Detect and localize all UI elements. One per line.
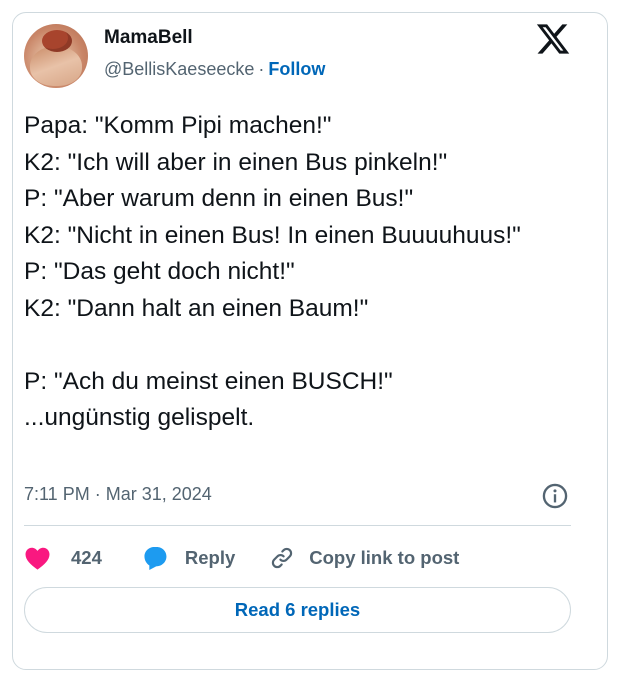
- x-logo-icon[interactable]: [535, 21, 571, 57]
- follow-button[interactable]: Follow: [268, 59, 325, 79]
- divider: [24, 525, 571, 526]
- handle-separator: ·: [258, 59, 265, 79]
- avatar-hair-bun-shape: [42, 30, 72, 52]
- like-count: 424: [71, 547, 102, 568]
- read-replies-button[interactable]: Read 6 replies: [24, 587, 571, 633]
- author-handle-row: @BellisKaeseecke · Follow: [104, 59, 325, 80]
- like-button[interactable]: 424: [24, 546, 102, 570]
- heart-icon: [25, 547, 50, 570]
- reply-label: Reply: [184, 547, 236, 568]
- author-handle[interactable]: @BellisKaeseecke: [104, 59, 254, 79]
- post-timestamp[interactable]: 7:11 PM · Mar 31, 2024: [24, 484, 212, 505]
- post-actions: 424 Reply Copy link to post: [24, 540, 459, 576]
- copy-link-button[interactable]: Copy link to post: [269, 545, 459, 571]
- speech-bubble-icon: [144, 546, 167, 571]
- avatar-hair-shape: [30, 46, 82, 86]
- copy-link-label: Copy link to post: [309, 547, 460, 568]
- reply-button[interactable]: Reply: [142, 545, 235, 571]
- post-text: Papa: "Komm Pipi machen!" K2: "Ich will …: [24, 112, 521, 431]
- author-name[interactable]: MamaBell: [104, 27, 193, 49]
- info-icon[interactable]: [541, 482, 569, 510]
- author-avatar[interactable]: [24, 24, 88, 88]
- link-icon: [272, 547, 293, 569]
